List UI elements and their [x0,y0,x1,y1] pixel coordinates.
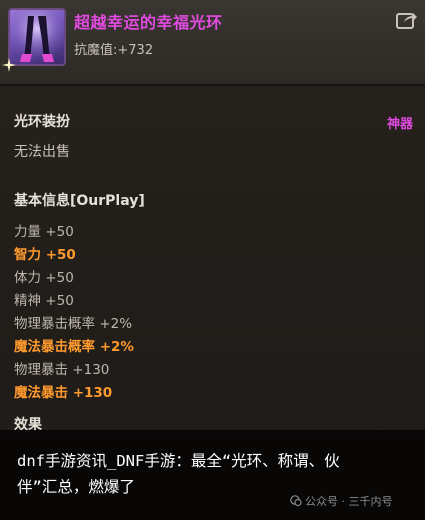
rarity-badge: 神器 [386,117,413,132]
item-type: 光环装扮 [14,114,70,130]
stat-row: 物理暴击 +130 [14,362,110,378]
resist-value: 抗魔值:+732 [74,43,154,58]
watermark: 公众号 · 三千内号 [290,493,393,509]
stat-row: 力量 +50 [14,224,74,240]
item-name: 超越幸运的幸福光环 [74,13,223,32]
stat-row: 物理暴击概率 +2% [14,316,133,332]
basic-info-heading: 基本信息[OurPlay] [14,193,145,209]
stat-row: 精神 +50 [14,293,74,309]
stat-row: 魔法暴击 +130 [14,385,113,401]
stat-row: 体力 +50 [14,270,74,286]
trade-status: 无法出售 [14,144,70,160]
watermark-text: 公众号 · 三千内号 [305,495,393,508]
stat-row: 智力 +50 [14,247,76,263]
header-divider [0,84,425,86]
share-icon[interactable] [396,11,418,29]
wechat-icon [290,495,302,507]
stat-row: 魔法暴击概率 +2% [14,339,134,355]
sparkle-icon [2,58,16,72]
tooltip-header: 超越幸运的幸福光环 抗魔值:+732 [0,0,425,84]
item-icon[interactable] [8,8,66,66]
